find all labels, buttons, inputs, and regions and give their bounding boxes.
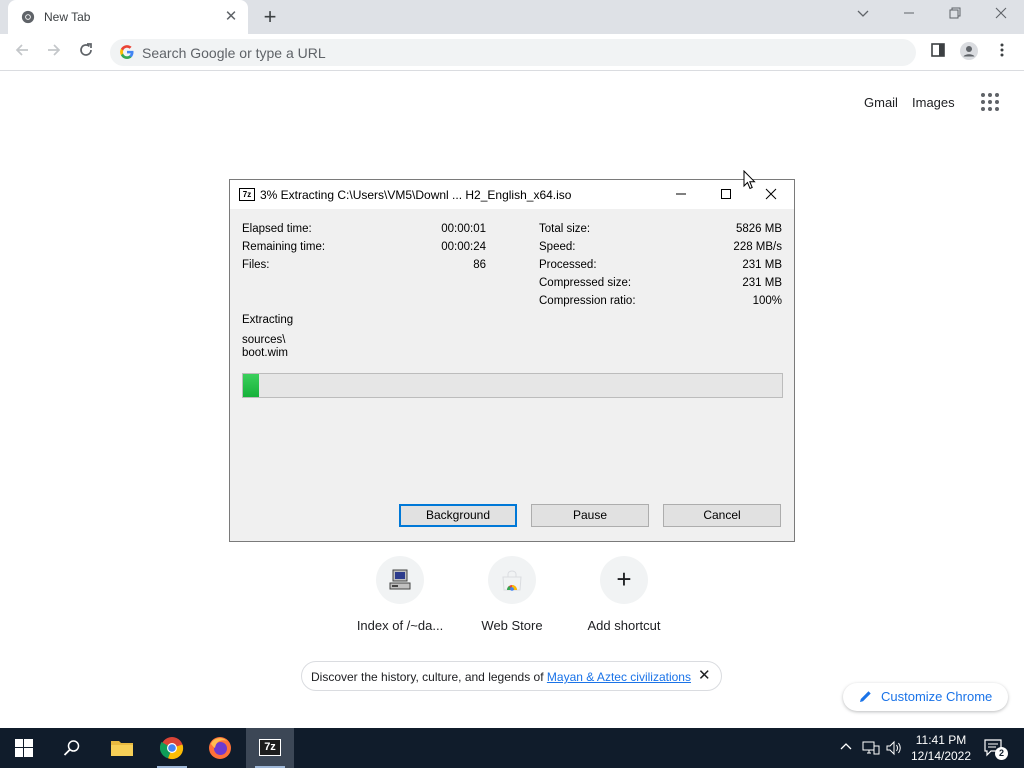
dialog-close-icon[interactable] [760, 184, 782, 206]
google-g-icon [120, 45, 134, 59]
taskbar: 7z 11:41 PM 12/14/2022 2 [0, 728, 1024, 768]
processed-value: 231 MB [742, 259, 782, 271]
network-icon[interactable] [862, 740, 880, 759]
total-size-value: 5826 MB [735, 223, 782, 235]
mouse-cursor-icon [743, 170, 756, 190]
forward-icon[interactable] [43, 41, 65, 63]
progress-bar [242, 373, 783, 398]
chrome-favicon-icon [21, 10, 35, 24]
cancel-button[interactable]: Cancel [663, 504, 781, 527]
elapsed-label: Elapsed time: [242, 223, 312, 235]
side-panel-icon[interactable] [927, 41, 949, 63]
windows-logo-icon [15, 739, 33, 757]
remaining-value: 00:00:24 [441, 241, 486, 253]
pause-button[interactable]: Pause [531, 504, 649, 527]
sevenzip-icon: 7z [239, 188, 255, 201]
tab-new-tab[interactable]: New Tab ✕ [8, 0, 248, 34]
promo-link[interactable]: Mayan & Aztec civilizations [547, 670, 691, 684]
omnibox-input[interactable] [142, 42, 902, 63]
firefox-icon [209, 737, 231, 759]
browser-toolbar [0, 34, 1024, 71]
new-tab-button[interactable]: + [258, 6, 282, 30]
notification-count-badge: 2 [995, 747, 1008, 760]
chrome-icon [160, 737, 184, 760]
google-apps-icon[interactable] [980, 92, 1002, 114]
add-icon: + [616, 564, 632, 594]
profile-avatar-icon[interactable] [958, 41, 980, 63]
shortcut-tile [488, 556, 536, 604]
tab-close-icon[interactable]: ✕ [222, 8, 240, 26]
tab-title: New Tab [44, 10, 91, 24]
speed-value: 228 MB/s [733, 241, 782, 253]
progress-fill [243, 374, 259, 397]
customize-chrome-button[interactable]: Customize Chrome [843, 683, 1008, 711]
computer-icon [389, 569, 411, 590]
chrome-menu-icon[interactable] [991, 41, 1013, 63]
shortcut-index[interactable]: Index of /~da... [344, 556, 456, 638]
customize-chrome-label: Customize Chrome [881, 689, 993, 704]
show-hidden-icons-icon[interactable] [839, 740, 853, 757]
omnibox[interactable] [110, 39, 916, 66]
folder-icon [111, 741, 133, 756]
status-text: Extracting [242, 314, 294, 326]
compressed-size-value: 231 MB [742, 277, 782, 289]
dialog-minimize-icon[interactable] [670, 184, 692, 206]
remaining-label: Remaining time: [242, 241, 326, 253]
extract-progress-dialog: 7z 3% Extracting C:\Users\VM5\Downl ... … [229, 179, 795, 542]
taskbar-clock[interactable]: 11:41 PM 12/14/2022 [905, 732, 977, 764]
back-icon[interactable] [11, 41, 33, 63]
current-path-line1: sources\ [242, 334, 286, 346]
compression-ratio-label: Compression ratio: [539, 295, 636, 307]
clock-date: 12/14/2022 [910, 749, 972, 763]
start-button[interactable] [0, 728, 48, 768]
taskbar-search-button[interactable] [48, 728, 96, 768]
shortcut-web-store[interactable]: Web Store [456, 556, 568, 638]
promo-text: Discover the history, culture, and legen… [311, 670, 691, 684]
notification-center-icon[interactable]: 2 [983, 738, 1008, 761]
minimize-window-icon[interactable] [897, 6, 921, 26]
current-path-line2: boot.wim [242, 347, 289, 359]
promo-text-body: Discover the history, culture, and legen… [311, 670, 547, 684]
search-icon [63, 740, 80, 756]
dialog-maximize-icon[interactable] [715, 184, 737, 206]
shortcut-label: Web Store [481, 618, 543, 633]
close-window-icon[interactable] [989, 6, 1013, 26]
clock-time: 11:41 PM [915, 733, 967, 747]
dialog-titlebar[interactable]: 7z 3% Extracting C:\Users\VM5\Downl ... … [230, 180, 794, 209]
taskbar-firefox[interactable] [196, 728, 244, 768]
web-store-icon [502, 570, 522, 591]
files-value: 86 [473, 259, 486, 271]
tab-search-icon[interactable] [851, 6, 875, 26]
elapsed-value: 00:00:01 [441, 223, 486, 235]
taskbar-chrome[interactable] [148, 728, 196, 768]
taskbar-7zip[interactable]: 7z [246, 728, 294, 768]
shortcut-tile: + [600, 556, 648, 604]
compression-ratio-value: 100% [752, 295, 782, 307]
sevenzip-taskbar-icon: 7z [259, 739, 281, 756]
volume-icon[interactable] [885, 740, 903, 759]
promo-close-icon[interactable]: ✕ [698, 668, 711, 684]
gmail-link[interactable]: Gmail [864, 95, 898, 110]
shortcut-label: Add shortcut [587, 618, 661, 633]
shortcut-add[interactable]: + Add shortcut [568, 556, 680, 638]
promo-banner: Discover the history, culture, and legen… [301, 661, 722, 691]
restore-window-icon[interactable] [943, 6, 967, 26]
compressed-size-label: Compressed size: [539, 277, 632, 289]
shortcut-label: Index of /~da... [356, 618, 444, 633]
taskbar-file-explorer[interactable] [98, 728, 146, 768]
speed-label: Speed: [539, 241, 576, 253]
tab-strip: New Tab ✕ + [0, 0, 1024, 34]
shortcut-tile [376, 556, 424, 604]
reload-icon[interactable] [75, 41, 97, 63]
files-label: Files: [242, 259, 270, 271]
processed-label: Processed: [539, 259, 597, 271]
background-button[interactable]: Background [399, 504, 517, 527]
dialog-title: 3% Extracting C:\Users\VM5\Downl ... H2_… [260, 188, 572, 202]
total-size-label: Total size: [539, 223, 591, 235]
pencil-icon [860, 691, 871, 702]
images-link[interactable]: Images [912, 95, 955, 110]
